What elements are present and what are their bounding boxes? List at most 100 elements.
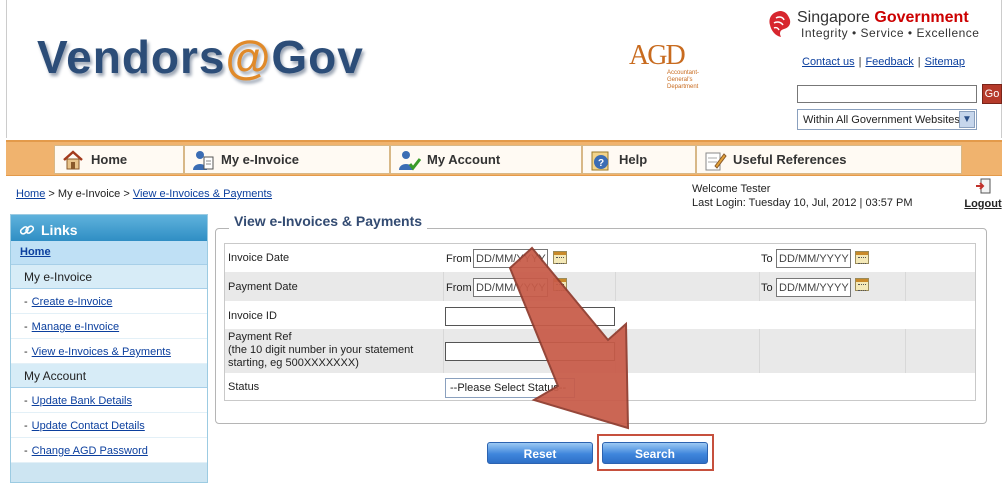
logo-text-vendors: Vendors <box>37 31 226 83</box>
sidebar-item-view-einvoices: - View e-Invoices & Payments <box>11 339 207 364</box>
list-dash: - <box>24 296 28 308</box>
column-divider <box>443 272 444 301</box>
payment-date-to-input[interactable]: DD/MM/YYYY <box>776 278 851 297</box>
invoice-date-from-label: From <box>446 253 472 265</box>
sidebar-item-update-bank: - Update Bank Details <box>11 388 207 413</box>
singapore-government-logo: Singapore Government Integrity • Service… <box>767 8 1007 42</box>
link-chain-icon <box>19 225 35 235</box>
breadcrumb-current[interactable]: View e-Invoices & Payments <box>133 188 272 200</box>
invoice-date-to-label: To <box>761 253 773 265</box>
payment-date-to-label: To <box>761 282 773 294</box>
svg-text:?: ? <box>598 158 604 169</box>
update-bank-link[interactable]: Update Bank Details <box>32 395 132 407</box>
agd-sub-line-2: General's <box>667 77 693 83</box>
row-payment-ref: Payment Ref (the 10 digit number in your… <box>225 329 975 373</box>
sidebar-header: Links <box>11 215 207 241</box>
row-payment-date: Payment Date From DD/MM/YYYY To DD/MM/YY… <box>225 272 975 301</box>
sidebar-item-update-contact: - Update Contact Details <box>11 413 207 438</box>
calendar-icon[interactable] <box>553 278 567 291</box>
invoice-date-from-input[interactable]: DD/MM/YYYY <box>473 249 548 268</box>
logout-button[interactable]: Logout <box>958 178 1008 210</box>
list-dash: - <box>24 395 28 407</box>
row-invoice-date: Invoice Date From DD/MM/YYYY To DD/MM/YY… <box>225 244 975 272</box>
status-select[interactable]: --Please Select Status-- <box>445 378 575 398</box>
user-invoice-icon <box>193 150 214 170</box>
calendar-icon[interactable] <box>855 278 869 291</box>
sidebar-item-create-einvoice: - Create e-Invoice <box>11 289 207 314</box>
notepad-pencil-icon <box>705 152 727 170</box>
change-password-link[interactable]: Change AGD Password <box>32 445 148 457</box>
create-einvoice-link[interactable]: Create e-Invoice <box>32 296 113 308</box>
agd-logo: AGD Accountant- General's Department <box>629 40 719 100</box>
search-scope-value: Within All Government Websites <box>803 114 960 126</box>
go-button[interactable]: Go <box>982 84 1002 104</box>
search-button[interactable]: Search <box>602 442 708 464</box>
sidebar-links: Links Home My e-Invoice - Create e-Invoic… <box>10 214 208 483</box>
nav-my-account[interactable]: My Account <box>390 145 582 174</box>
site-header: Vendors@Gov AGD Accountant- General's De… <box>6 0 1002 138</box>
chevron-down-icon[interactable]: ▼ <box>959 111 975 128</box>
sidebar-item-manage-einvoice: - Manage e-Invoice <box>11 314 207 339</box>
nav-account-label: My Account <box>427 152 501 167</box>
site-search-input[interactable] <box>797 85 977 103</box>
payment-date-from-label: From <box>446 282 472 294</box>
agd-sub-line-1: Accountant- <box>667 70 700 76</box>
sitemap-link[interactable]: Sitemap <box>925 56 965 68</box>
vendors-gov-logo[interactable]: Vendors@Gov <box>37 30 364 84</box>
link-separator: | <box>858 56 862 68</box>
sidebar-item-home: Home <box>11 241 207 265</box>
payment-ref-input[interactable] <box>445 342 615 361</box>
nav-useful-references[interactable]: Useful References <box>696 145 962 174</box>
status-label: Status <box>228 381 260 393</box>
nav-einvoice-label: My e-Invoice <box>221 152 300 167</box>
last-login-text: Last Login: Tuesday 10, Jul, 2012 | 03:5… <box>692 197 913 209</box>
payment-ref-label-line-2: (the 10 digit number in your statement <box>228 344 414 356</box>
feedback-link[interactable]: Feedback <box>865 56 913 68</box>
search-scope-select[interactable]: Within All Government Websites ▼ <box>797 109 977 130</box>
invoice-id-input[interactable] <box>445 307 615 326</box>
calendar-icon[interactable] <box>855 251 869 264</box>
payment-ref-label: Payment Ref (the 10 digit number in your… <box>228 331 413 370</box>
nav-home[interactable]: Home <box>54 145 184 174</box>
search-form-table: Invoice Date From DD/MM/YYYY To DD/MM/YY… <box>224 243 976 401</box>
view-einvoices-link[interactable]: View e-Invoices & Payments <box>32 346 171 358</box>
nav-references-label: Useful References <box>733 152 847 167</box>
sidebar-home-link[interactable]: Home <box>20 246 51 258</box>
agd-logo-subtitle: Accountant- General's Department <box>667 70 699 91</box>
sg-motto: Integrity • Service • Excellence <box>801 26 980 40</box>
breadcrumb: Home > My e-Invoice > View e-Invoices & … <box>16 188 272 200</box>
nav-my-einvoice[interactable]: My e-Invoice <box>184 145 390 174</box>
invoice-date-to-input[interactable]: DD/MM/YYYY <box>776 249 851 268</box>
user-info: Welcome Tester Last Login: Tuesday 10, J… <box>692 182 913 210</box>
agd-sub-line-3: Department <box>667 84 699 90</box>
column-divider <box>443 329 444 373</box>
logout-link[interactable]: Logout <box>964 198 1001 210</box>
invoice-id-label: Invoice ID <box>228 310 277 322</box>
calendar-icon[interactable] <box>553 251 567 264</box>
update-contact-link[interactable]: Update Contact Details <box>32 420 145 432</box>
manage-einvoice-link[interactable]: Manage e-Invoice <box>32 321 119 333</box>
logo-text-at: @ <box>225 31 272 83</box>
breadcrumb-separator: > <box>123 188 130 200</box>
logout-icon <box>976 178 991 194</box>
logo-text-gov: Gov <box>271 31 364 83</box>
reset-button[interactable]: Reset <box>487 442 593 464</box>
list-dash: - <box>24 445 28 457</box>
list-dash: - <box>24 420 28 432</box>
row-status: Status --Please Select Status-- <box>225 373 975 401</box>
breadcrumb-separator: > <box>48 188 55 200</box>
link-separator: | <box>917 56 921 68</box>
payment-ref-label-line-3: starting, eg 500XXXXXXX) <box>228 357 359 369</box>
nav-help[interactable]: ? Help <box>582 145 696 174</box>
breadcrumb-home[interactable]: Home <box>16 188 45 200</box>
sidebar-item-change-password: - Change AGD Password <box>11 438 207 463</box>
column-divider <box>905 272 906 301</box>
contact-us-link[interactable]: Contact us <box>802 56 855 68</box>
agd-logo-letters: AGD <box>629 40 686 71</box>
payment-date-from-input[interactable]: DD/MM/YYYY <box>473 278 548 297</box>
sg-title-government: Government <box>874 9 969 26</box>
list-dash: - <box>24 346 28 358</box>
payment-ref-label-line-1: Payment Ref <box>228 331 292 343</box>
welcome-text: Welcome Tester <box>692 183 771 195</box>
sidebar-section-einvoice: My e-Invoice <box>11 265 207 289</box>
